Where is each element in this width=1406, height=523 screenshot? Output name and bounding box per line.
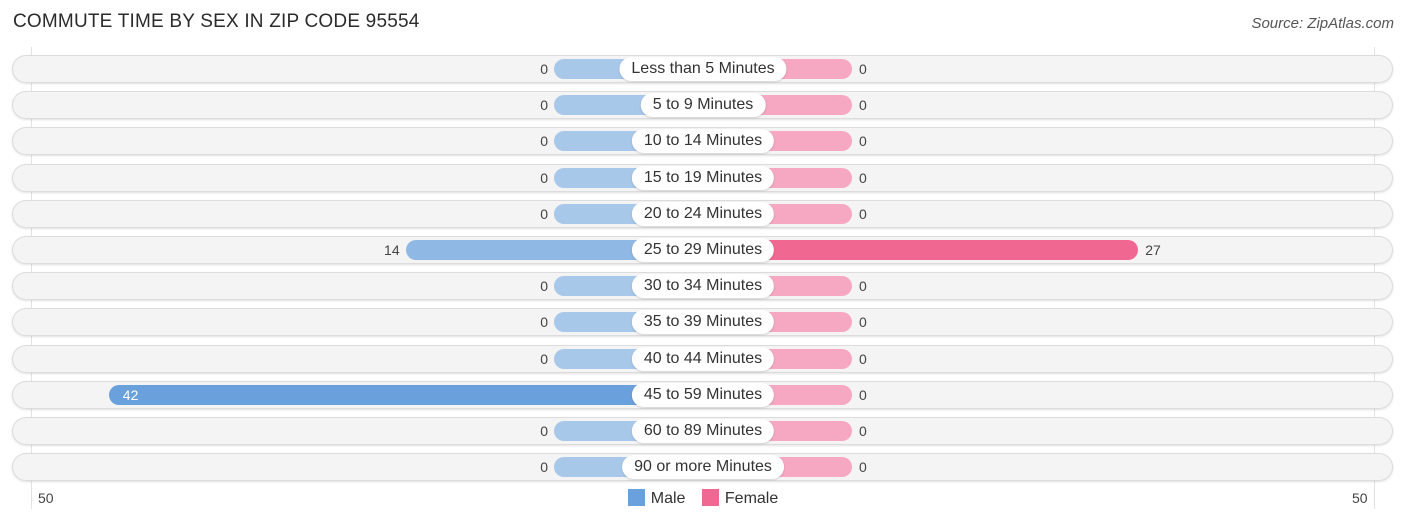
female-value: 0	[859, 459, 867, 475]
male-value: 0	[540, 97, 548, 113]
female-value: 0	[859, 314, 867, 330]
male-value: 0	[540, 314, 548, 330]
legend-item-male: Male	[627, 489, 686, 508]
male-value: 0	[540, 61, 548, 77]
category-label: 90 or more Minutes	[622, 455, 784, 479]
female-value: 27	[1145, 242, 1161, 258]
male-swatch	[627, 489, 645, 506]
male-value: 0	[540, 133, 548, 149]
male-value: 42	[122, 387, 139, 403]
category-label: 10 to 14 Minutes	[631, 129, 775, 153]
source-label: Source: ZipAtlas.com	[1251, 15, 1394, 32]
category-label: Less than 5 Minutes	[619, 57, 787, 81]
male-value: 0	[540, 423, 548, 439]
chart-root: COMMUTE TIME BY SEX IN ZIP CODE 95554 So…	[0, 0, 1406, 523]
male-value: 14	[384, 242, 400, 258]
female-value: 0	[859, 133, 867, 149]
legend-item-female: Female	[701, 489, 779, 508]
category-label: 15 to 19 Minutes	[631, 166, 775, 190]
female-value: 0	[859, 61, 867, 77]
female-value: 0	[859, 97, 867, 113]
female-value: 0	[859, 423, 867, 439]
category-label: 40 to 44 Minutes	[631, 347, 775, 371]
male-value: 0	[540, 278, 548, 294]
legend-label-female: Female	[724, 490, 779, 507]
category-label: 5 to 9 Minutes	[640, 93, 766, 117]
female-value: 0	[859, 278, 867, 294]
category-label: 35 to 39 Minutes	[631, 310, 775, 334]
category-label: 25 to 29 Minutes	[631, 238, 775, 262]
female-swatch	[701, 489, 719, 506]
female-value: 0	[859, 351, 867, 367]
category-label: 30 to 34 Minutes	[631, 274, 775, 298]
legend-label-male: Male	[650, 490, 686, 507]
female-value: 0	[859, 387, 867, 403]
male-value: 0	[540, 206, 548, 222]
male-value: 0	[540, 170, 548, 186]
chart-title: COMMUTE TIME BY SEX IN ZIP CODE 95554	[13, 11, 420, 32]
female-value: 0	[859, 170, 867, 186]
legend: Male Female	[0, 489, 1406, 508]
male-bar	[108, 385, 703, 405]
category-label: 45 to 59 Minutes	[631, 383, 775, 407]
category-label: 60 to 89 Minutes	[631, 419, 775, 443]
male-value: 0	[540, 351, 548, 367]
male-value: 0	[540, 459, 548, 475]
female-value: 0	[859, 206, 867, 222]
category-label: 20 to 24 Minutes	[631, 202, 775, 226]
